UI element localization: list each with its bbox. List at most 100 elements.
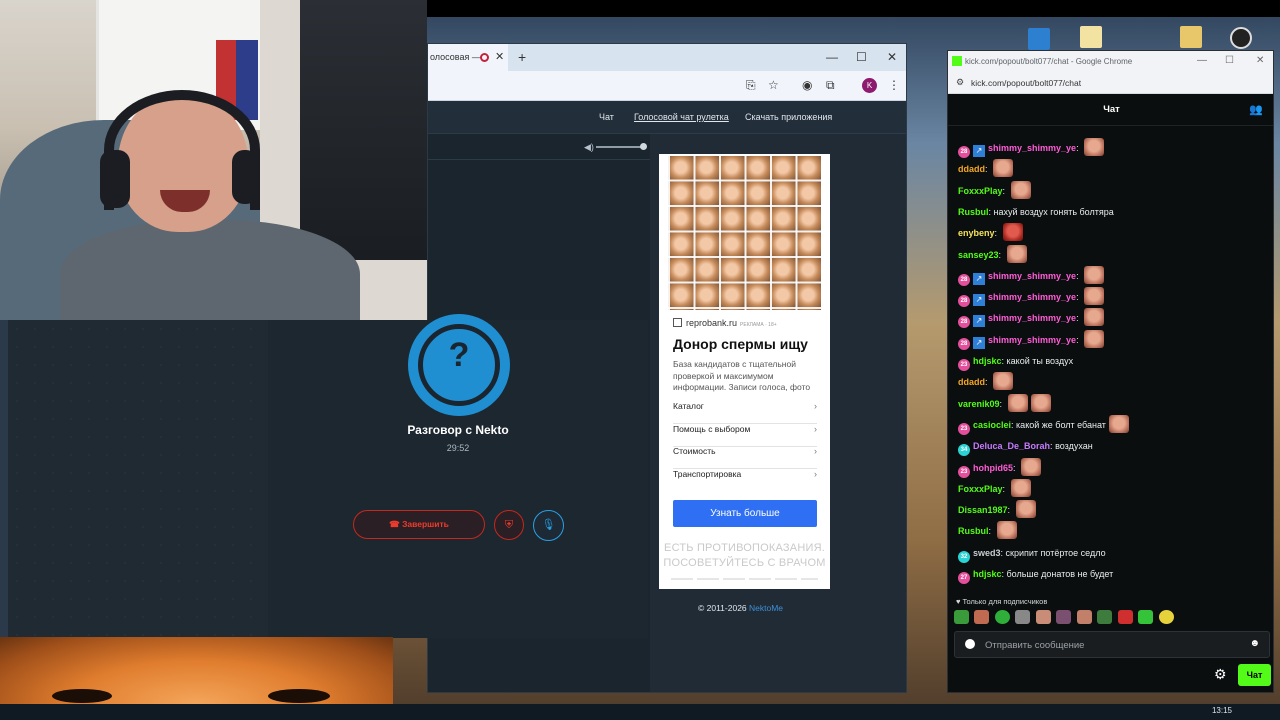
chat-message: FoxxxPlay: [958, 478, 1031, 499]
new-tab-icon[interactable]: + [518, 49, 526, 65]
obs-icon[interactable] [1230, 27, 1252, 49]
install-app-icon[interactable]: ⎘ [746, 78, 756, 93]
webcam-person-body [60, 220, 360, 320]
users-icon[interactable]: 👥 [1249, 103, 1263, 116]
minimize-icon[interactable]: — [1197, 55, 1207, 66]
chat-text: воздухан [1055, 441, 1093, 452]
chat-username[interactable]: hohpid65 [973, 463, 1013, 473]
ad-learn-more-button[interactable]: Узнать больше [673, 500, 817, 527]
chat-username[interactable]: Deluca_De_Borah [973, 441, 1050, 451]
copyright-link[interactable]: NektoMe [749, 603, 783, 613]
chat-username[interactable]: Dissan1987 [958, 505, 1008, 515]
copyright: © 2011-2026 NektoMe [698, 603, 783, 613]
chat-url-bar[interactable]: ⚙ kick.com/popout/bolt077/chat [948, 72, 1273, 94]
gear-icon[interactable]: ⚙ [1214, 666, 1227, 683]
browser-tab[interactable]: олосовая — ✕ [428, 44, 508, 71]
chat-username[interactable]: FoxxxPlay [958, 484, 1003, 494]
ad-link-price[interactable]: Стоимость › [673, 446, 817, 469]
close-window-icon[interactable]: ✕ [1256, 55, 1264, 66]
emote-icon[interactable] [1035, 610, 1051, 624]
chat-username[interactable]: varenik09 [958, 399, 1000, 409]
address-bar[interactable]: ⎘ ☆ ◉ ⧉ K ⋮ [428, 71, 906, 101]
ad-block[interactable]: reprobank.ru РЕКЛАМА · 18+ Донор спермы и… [659, 154, 830, 589]
close-window-icon[interactable]: ✕ [887, 50, 897, 64]
chat-separator: : [998, 249, 1004, 260]
chat-messages: 28 ↗ shimmy_shimmy_ye: ddadd: FoxxxPlay: R… [948, 126, 1273, 596]
chat-username[interactable]: Rusbul [958, 207, 989, 217]
chat-input-box[interactable]: ☻ [954, 631, 1270, 658]
chat-username[interactable]: hdjskc [973, 569, 1002, 579]
subscriber-badge-icon: 28 [958, 146, 970, 158]
ad-link-catalog[interactable]: Каталог › [673, 401, 817, 424]
site-info-icon[interactable]: ⚙ [956, 77, 964, 88]
webcam-cloth [236, 40, 258, 120]
ad-link-transport[interactable]: Транспортировка › [673, 469, 817, 492]
profile-avatar[interactable]: K [862, 78, 877, 93]
emote-icon [996, 521, 1017, 540]
emote-icon[interactable] [1117, 610, 1133, 624]
maximize-icon[interactable]: ☐ [856, 50, 867, 64]
chat-message: 23 hdjskc: какой ты воздух [958, 351, 1073, 371]
emoji-icon[interactable]: ☻ [1249, 638, 1260, 649]
microphone-icon: 🎙 [541, 519, 556, 531]
chat-username[interactable]: shimmy_shimmy_ye [988, 143, 1076, 153]
kick-icon [952, 56, 962, 66]
close-tab-icon[interactable]: ✕ [495, 50, 504, 63]
chat-username[interactable]: sansey23 [958, 250, 999, 260]
volume-knob[interactable] [640, 143, 647, 150]
puzzle-icon[interactable]: ⧉ [826, 78, 835, 93]
chat-message: 32 swed3: скрипит потёртое седло [958, 543, 1106, 563]
chat-window: kick.com/popout/bolt077/chat - Google Ch… [947, 50, 1274, 693]
emote-bar[interactable] [954, 610, 1175, 626]
headset-earcup [100, 150, 130, 208]
mic-button[interactable]: 🎙 [533, 510, 564, 541]
desktop-folder-icon[interactable] [1180, 26, 1202, 48]
emote-icon[interactable] [954, 610, 969, 624]
minimize-icon[interactable]: — [826, 50, 838, 64]
chat-header: Чат 👥 [948, 94, 1273, 126]
chat-username[interactable]: hdjskc [973, 356, 1002, 366]
emote-icon[interactable] [974, 610, 990, 624]
bookmark-star-icon[interactable]: ☆ [768, 78, 779, 92]
nav-chat[interactable]: Чат [599, 112, 614, 122]
emote-icon[interactable] [1138, 610, 1154, 624]
emote-icon[interactable] [1076, 610, 1092, 624]
desktop-file-icon[interactable] [1080, 26, 1102, 48]
chat-message: enybeny: [958, 223, 1023, 243]
chat-text: нахуй воздух гонять болтяра [993, 206, 1114, 217]
ad-link-help[interactable]: Помощь с выбором › [673, 424, 817, 447]
chat-username[interactable]: shimmy_shimmy_ye [988, 313, 1076, 323]
emote-icon[interactable] [1097, 610, 1113, 624]
chat-username[interactable]: FoxxxPlay [958, 186, 1003, 196]
chat-username[interactable]: swed3 [973, 548, 1001, 558]
emote-icon[interactable] [994, 610, 1010, 624]
volume-slider[interactable] [596, 146, 642, 148]
chat-username[interactable]: casioclei [973, 420, 1011, 430]
maximize-icon[interactable]: ☐ [1225, 55, 1234, 66]
extension-icon[interactable]: ◉ [802, 78, 812, 92]
taskbar-clock: 13:15 [1211, 706, 1232, 715]
nav-download[interactable]: Скачать приложения [745, 112, 832, 122]
chat-url: kick.com/popout/bolt077/chat [971, 78, 1082, 88]
end-call-button[interactable]: ☎ Завершить [353, 510, 485, 539]
chat-username[interactable]: ddadd [958, 164, 985, 174]
ad-warning: ЕСТЬ ПРОТИВОПОКАЗАНИЯ. ПОСОВЕТУЙТЕСЬ С В… [661, 541, 828, 571]
emote-icon[interactable] [1158, 610, 1174, 624]
menu-dots-icon[interactable]: ⋮ [888, 78, 900, 92]
chat-message-input[interactable] [985, 636, 1245, 654]
end-call-label: Завершить [402, 519, 449, 529]
chat-username[interactable]: Rusbul [958, 526, 989, 536]
emote-icon[interactable] [1056, 610, 1072, 624]
chat-username[interactable]: ddadd [958, 377, 985, 387]
desktop-shortcut-icon[interactable] [1028, 28, 1050, 50]
chat-send-button[interactable]: Чат [1238, 664, 1271, 686]
chat-username[interactable]: shimmy_shimmy_ye [988, 271, 1076, 281]
nav-voice-roulette[interactable]: Голосовой чат рулетка [634, 112, 729, 122]
ad-carousel-dots[interactable] [671, 578, 818, 580]
emote-icon [1007, 393, 1028, 412]
chat-username[interactable]: shimmy_shimmy_ye [988, 292, 1076, 302]
chat-username[interactable]: enybeny [958, 228, 995, 238]
chat-username[interactable]: shimmy_shimmy_ye [988, 335, 1076, 345]
report-button[interactable]: ⛨ [494, 510, 524, 540]
emote-icon[interactable] [1015, 610, 1031, 624]
